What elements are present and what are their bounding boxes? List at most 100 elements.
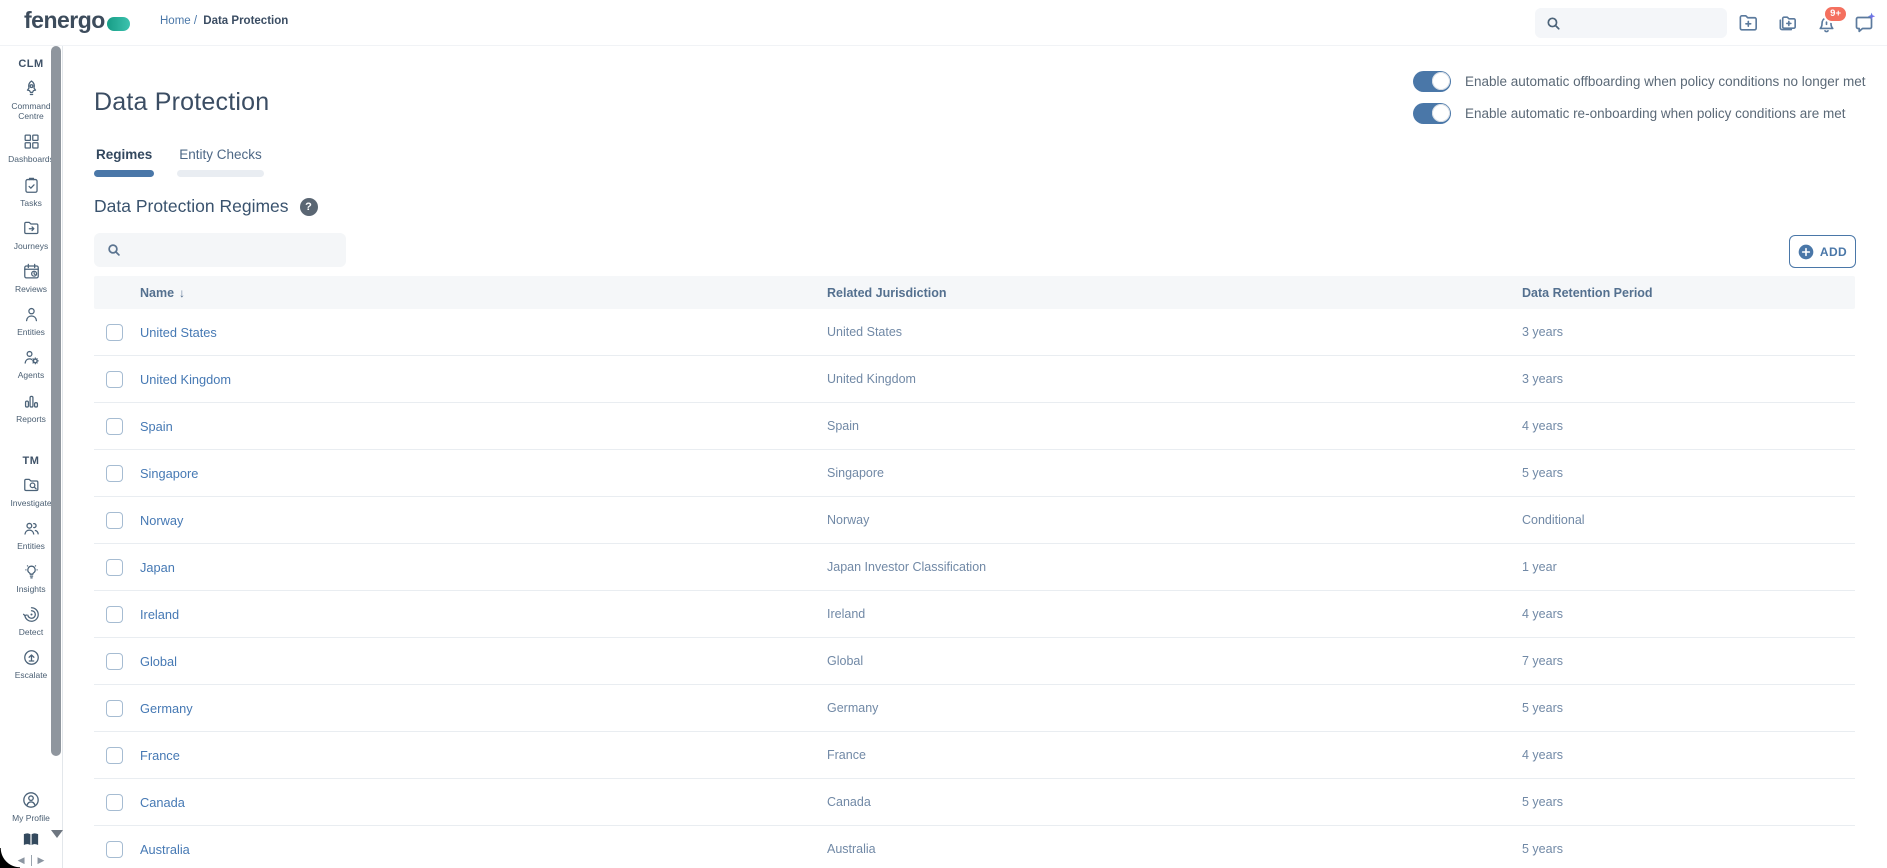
clipboard-check-icon <box>22 176 41 195</box>
row-checkbox[interactable] <box>106 512 123 529</box>
jurisdiction-cell: United States <box>827 325 1522 339</box>
global-search[interactable] <box>1535 8 1727 38</box>
retention-cell: 4 years <box>1522 419 1855 433</box>
fenergo-logo-mark-icon <box>107 17 130 31</box>
sidebar-item-label: Escalate <box>15 670 48 680</box>
fenergo-app: fenergo Home / Data Protection <box>0 0 1887 868</box>
retention-cell: 7 years <box>1522 654 1855 668</box>
retention-cell: 1 year <box>1522 560 1855 574</box>
search-icon <box>106 242 122 258</box>
sidebar-item-label: Tasks <box>20 198 42 208</box>
breadcrumb: Home / Data Protection <box>160 15 288 27</box>
auto-offboarding-toggle[interactable] <box>1413 71 1451 92</box>
tab-indicator <box>94 170 154 177</box>
row-checkbox[interactable] <box>106 794 123 811</box>
row-checkbox[interactable] <box>106 747 123 764</box>
person-icon <box>22 305 41 324</box>
page-title: Data Protection <box>94 88 269 117</box>
column-label: Related Jurisdiction <box>827 286 946 300</box>
regime-name-link[interactable]: Spain <box>140 419 827 434</box>
regimes-search-input[interactable] <box>130 243 330 257</box>
jurisdiction-cell: Japan Investor Classification <box>827 560 1522 574</box>
open-book-icon <box>22 832 40 848</box>
auto-reonboarding-toggle[interactable] <box>1413 103 1451 124</box>
regime-name-link[interactable]: Singapore <box>140 466 827 481</box>
column-header-retention[interactable]: Data Retention Period <box>1522 286 1855 300</box>
policy-toggles: Enable automatic offboarding when policy… <box>1413 68 1866 126</box>
window-corner <box>0 848 20 868</box>
sidebar-item-my-profile[interactable]: My Profile <box>0 790 62 823</box>
regime-name-link[interactable]: Germany <box>140 701 827 716</box>
sidebar-item-label: My Profile <box>12 813 50 823</box>
table-row: Japan Japan Investor Classification 1 ye… <box>94 544 1855 591</box>
toggle-label: Enable automatic re-onboarding when poli… <box>1465 106 1845 121</box>
breadcrumb-home-link[interactable]: Home / <box>160 15 197 27</box>
sidebar-section-tm: TM <box>23 455 40 467</box>
column-label: Name <box>140 286 174 300</box>
assistant-chat-button[interactable] <box>1853 11 1877 35</box>
row-checkbox[interactable] <box>106 559 123 576</box>
sidebar-item-label: Reviews <box>15 284 47 294</box>
sort-desc-icon[interactable]: ↓ <box>179 286 185 300</box>
folder-plus-icon <box>1737 12 1760 35</box>
regime-name-link[interactable]: Norway <box>140 513 827 528</box>
regime-name-link[interactable]: Global <box>140 654 827 669</box>
sidebar-item-label: Agents <box>18 370 44 380</box>
checkbox-cell <box>94 559 140 576</box>
row-checkbox[interactable] <box>106 700 123 717</box>
top-bar-actions: 9+ <box>1736 0 1877 46</box>
sidebar-scrollbar-thumb[interactable] <box>51 46 61 756</box>
row-checkbox[interactable] <box>106 653 123 670</box>
checkbox-cell <box>94 841 140 858</box>
row-checkbox[interactable] <box>106 418 123 435</box>
sidebar-item-label: Investigate <box>10 498 51 508</box>
row-checkbox[interactable] <box>106 606 123 623</box>
checkbox-cell <box>94 606 140 623</box>
regime-name-link[interactable]: Ireland <box>140 607 827 622</box>
add-regime-button[interactable]: ADD <box>1789 235 1856 268</box>
add-button-label: ADD <box>1820 245 1847 259</box>
toggle-knob <box>1432 104 1450 122</box>
regime-name-link[interactable]: United States <box>140 325 827 340</box>
collapse-right-arrow[interactable]: ▶ <box>38 855 45 866</box>
regime-name-link[interactable]: France <box>140 748 827 763</box>
row-checkbox[interactable] <box>106 841 123 858</box>
page-tabs: Regimes Entity Checks <box>94 147 264 177</box>
column-header-jurisdiction[interactable]: Related Jurisdiction <box>827 286 1522 300</box>
column-header-name[interactable]: Name ↓ <box>140 286 827 300</box>
retention-cell: 5 years <box>1522 466 1855 480</box>
section-title: Data Protection Regimes <box>94 196 289 217</box>
checkbox-cell <box>94 418 140 435</box>
sidebar-item-label: Insights <box>16 584 45 594</box>
scrollbar-down-arrow[interactable] <box>51 830 63 838</box>
global-search-input[interactable] <box>1568 16 1718 30</box>
sidebar-collapse-controls: ◀ ▶ <box>18 855 45 866</box>
documentation-book-button[interactable] <box>22 832 40 853</box>
regime-name-link[interactable]: Australia <box>140 842 827 857</box>
table-row: Spain Spain 4 years <box>94 403 1855 450</box>
rocket-icon <box>22 79 41 98</box>
table-row: Canada Canada 5 years <box>94 779 1855 826</box>
row-checkbox[interactable] <box>106 465 123 482</box>
regime-name-link[interactable]: Japan <box>140 560 827 575</box>
tab-entity-checks[interactable]: Entity Checks <box>177 147 264 177</box>
jurisdiction-cell: France <box>827 748 1522 762</box>
table-row: Singapore Singapore 5 years <box>94 450 1855 497</box>
checkbox-cell <box>94 653 140 670</box>
regime-name-link[interactable]: Canada <box>140 795 827 810</box>
fenergo-logo[interactable]: fenergo <box>24 7 130 34</box>
regimes-search[interactable] <box>94 233 346 267</box>
checkbox-cell <box>94 747 140 764</box>
plus-circle-icon <box>1798 244 1814 260</box>
copy-folder-button[interactable] <box>1775 11 1799 35</box>
tab-regimes[interactable]: Regimes <box>94 147 154 177</box>
table-header-row: Name ↓ Related Jurisdiction Data Retenti… <box>94 276 1855 309</box>
notifications-button[interactable]: 9+ <box>1814 11 1838 35</box>
row-checkbox[interactable] <box>106 371 123 388</box>
regime-name-link[interactable]: United Kingdom <box>140 372 827 387</box>
help-icon[interactable]: ? <box>300 198 318 216</box>
create-folder-button[interactable] <box>1736 11 1760 35</box>
retention-cell: 5 years <box>1522 842 1855 856</box>
row-checkbox[interactable] <box>106 324 123 341</box>
tab-label: Regimes <box>94 147 154 162</box>
